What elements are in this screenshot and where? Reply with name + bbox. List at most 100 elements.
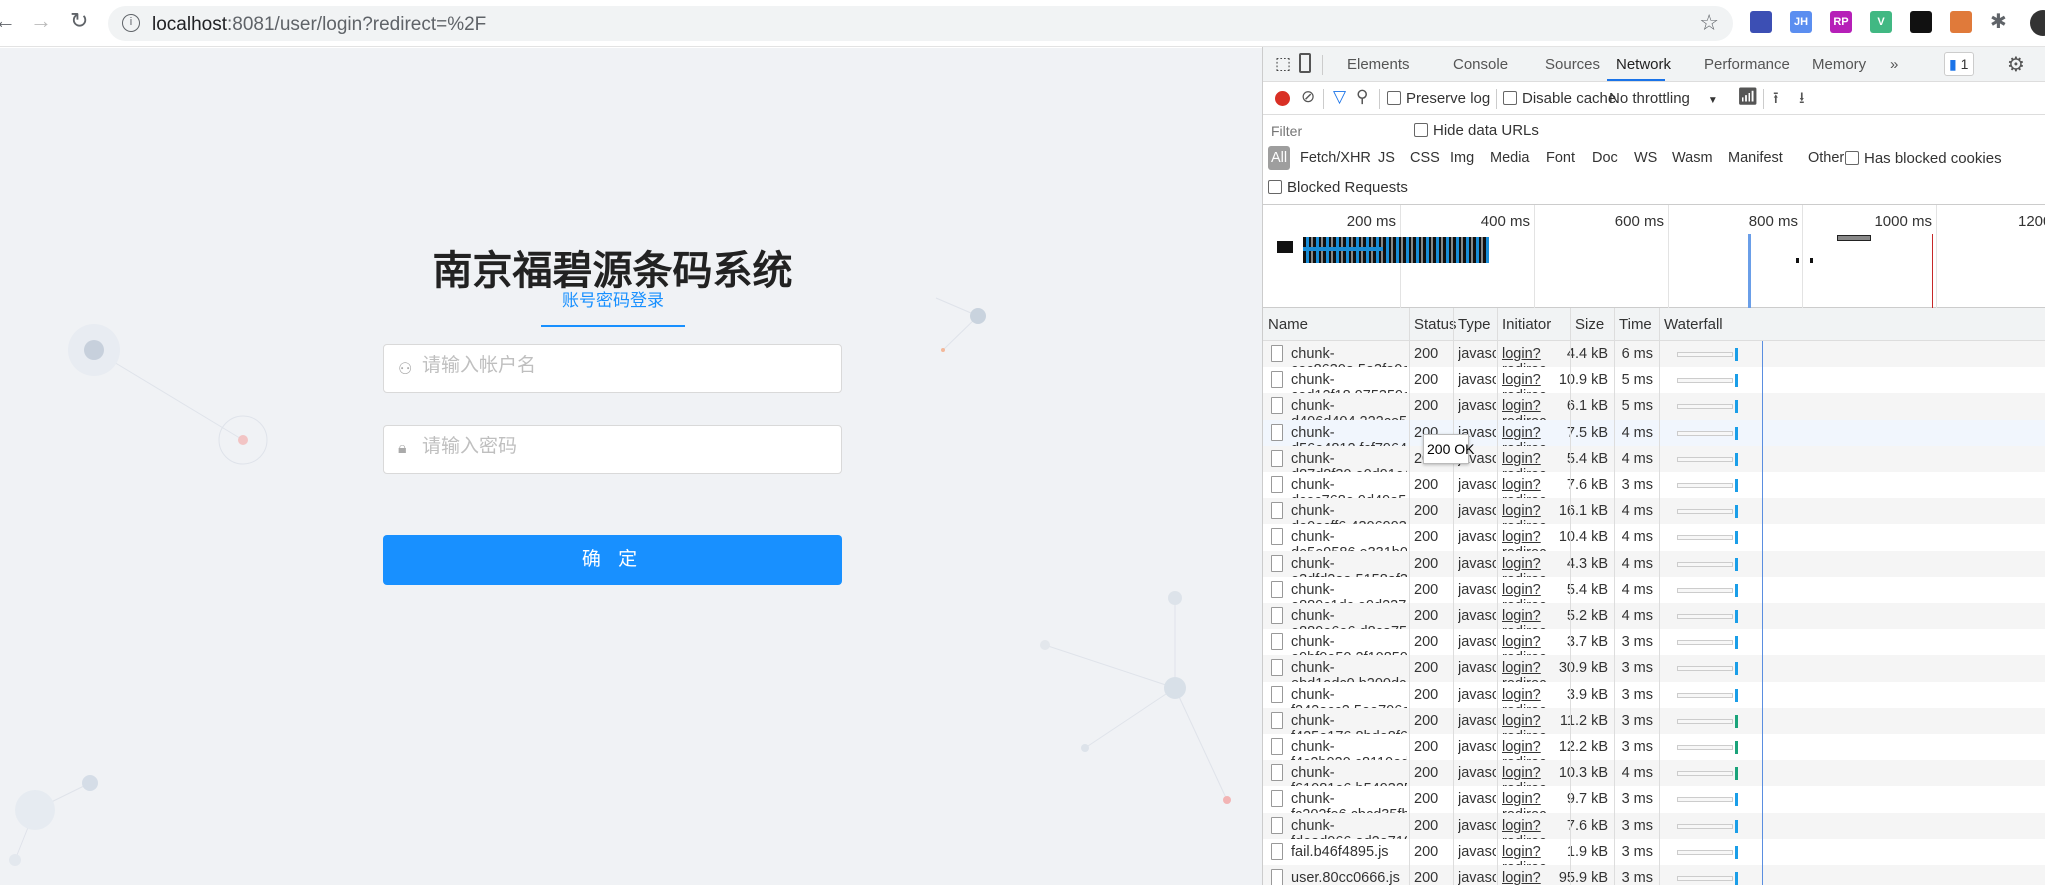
network-conditions-icon[interactable]: 📶︎: [1737, 87, 1759, 107]
tab-elements[interactable]: Elements: [1347, 56, 1410, 73]
request-row[interactable]: fail.b46f4895.js200javasc...login?redire…: [1263, 838, 2045, 876]
request-row[interactable]: chunk-e3dfd2aa.5158af3e.js200javasc...lo…: [1263, 550, 2045, 588]
timeline-tick-label: 600 ms: [1614, 213, 1664, 230]
hide-data-urls-label: Hide data URLs: [1433, 122, 1539, 139]
filter-type-wasm[interactable]: Wasm: [1672, 150, 1713, 166]
request-row[interactable]: chunk-fc202fe6.cbcd35fb.js200javasc...lo…: [1263, 786, 2045, 823]
column-header-waterfall[interactable]: Waterfall: [1664, 316, 1723, 333]
extension-icon[interactable]: [1910, 11, 1932, 33]
filter-type-js[interactable]: JS: [1378, 150, 1395, 166]
back-icon[interactable]: ←: [0, 8, 16, 34]
search-icon[interactable]: ⚲: [1356, 87, 1368, 107]
status-tooltip: 200 OK: [1423, 434, 1474, 464]
filter-type-other[interactable]: Other: [1808, 150, 1844, 166]
username-field[interactable]: ⚇: [383, 344, 842, 393]
filter-icon[interactable]: ▽: [1333, 87, 1346, 107]
blocked-requests-checkbox[interactable]: Blocked Requests: [1268, 179, 1408, 196]
request-row[interactable]: chunk-d406d404.222ce55...200javasc...log…: [1263, 393, 2045, 430]
request-row[interactable]: chunk-e9bf0e50.2f108592.js200javasc...lo…: [1263, 629, 2045, 666]
waterfall-bar: [1677, 352, 1733, 357]
export-har-icon[interactable]: ⭳: [1799, 87, 1805, 114]
extension-icon[interactable]: JH: [1790, 11, 1812, 33]
extensions-puzzle-icon[interactable]: ✱: [1990, 9, 2007, 34]
request-size: 10.4 kB: [1558, 529, 1608, 546]
url-path: :8081/user/login?redirect=%2F: [227, 14, 487, 35]
record-icon[interactable]: [1275, 91, 1290, 106]
filter-type-css[interactable]: CSS: [1410, 150, 1440, 166]
extension-icon[interactable]: [1750, 11, 1772, 33]
request-time: 3 ms: [1621, 817, 1653, 834]
hide-data-urls-checkbox[interactable]: Hide data URLs: [1414, 122, 1539, 139]
inspect-element-icon[interactable]: ⬚: [1275, 54, 1291, 74]
filter-type-media[interactable]: Media: [1490, 150, 1530, 166]
bookmark-star-icon[interactable]: ☆: [1699, 10, 1719, 36]
throttling-select[interactable]: No throttling ▼: [1609, 90, 1718, 107]
tab-network[interactable]: Network: [1616, 56, 1671, 73]
column-header-size[interactable]: Size: [1575, 316, 1604, 333]
request-row[interactable]: chunk-f425e176.8bde8f63...200javasc...lo…: [1263, 707, 2045, 745]
request-row[interactable]: chunk-ebd1adc0.b200dce...200javasc...log…: [1263, 655, 2045, 692]
preserve-log-checkbox[interactable]: Preserve log: [1387, 90, 1490, 107]
column-header-type[interactable]: Type: [1458, 316, 1491, 333]
filter-type-font[interactable]: Font: [1546, 150, 1575, 166]
request-row[interactable]: chunk-ced12f18.975359a5...200javasc...lo…: [1263, 367, 2045, 404]
submit-button[interactable]: 确 定: [383, 535, 842, 585]
column-header-initiator[interactable]: Initiator: [1502, 316, 1551, 333]
avatar[interactable]: [2030, 10, 2045, 36]
clear-icon[interactable]: ⊘: [1301, 87, 1315, 107]
tab-console[interactable]: Console: [1453, 56, 1508, 73]
devtools-panel: ⬚ Elements Console Sources Network Perfo…: [1262, 47, 2045, 885]
waterfall-download-mark: [1735, 610, 1738, 623]
extension-icon[interactable]: [1950, 11, 1972, 33]
filter-type-doc[interactable]: Doc: [1592, 150, 1618, 166]
request-row[interactable]: chunk-de5e9586.e331b09...200javasc...log…: [1263, 524, 2045, 561]
info-icon[interactable]: i: [122, 14, 140, 32]
column-header-time[interactable]: Time: [1619, 316, 1652, 333]
username-input[interactable]: [422, 355, 822, 377]
password-field[interactable]: 🔒︎: [383, 425, 842, 474]
column-header-status[interactable]: Status: [1414, 316, 1457, 333]
request-row[interactable]: user.80cc0666.js200javasc...login?redire…: [1263, 865, 2045, 885]
tab-performance[interactable]: Performance: [1704, 56, 1790, 73]
forward-icon[interactable]: →: [30, 8, 52, 34]
tab-memory[interactable]: Memory: [1812, 56, 1866, 73]
tab-sources[interactable]: Sources: [1545, 56, 1600, 73]
url-text[interactable]: localhost:8081/user/login?redirect=%2F: [152, 14, 486, 36]
request-row[interactable]: chunk-d87d8f30.e0d91c4...200javasc...log…: [1263, 445, 2045, 483]
tab-account-password[interactable]: 账号密码登录: [541, 286, 685, 327]
more-tabs-icon[interactable]: »: [1890, 56, 1898, 73]
request-row[interactable]: chunk-cec8630a.5a3fa0ec.js200javasc...lo…: [1263, 341, 2045, 378]
waterfall-download-mark: [1735, 531, 1738, 545]
filter-type-img[interactable]: Img: [1450, 150, 1474, 166]
import-har-icon[interactable]: ⭱: [1773, 87, 1779, 114]
file-icon: [1271, 842, 1283, 860]
request-row[interactable]: chunk-f61081e6.b549325...200javasc...log…: [1263, 760, 2045, 797]
settings-gear-icon[interactable]: ⚙: [2007, 52, 2025, 77]
request-row[interactable]: chunk-e889e6e6.d8ca751...200javasc...log…: [1263, 603, 2045, 640]
column-header-name[interactable]: Name: [1268, 316, 1308, 333]
password-input[interactable]: [422, 436, 822, 458]
filter-type-fetchxhr[interactable]: Fetch/XHR: [1300, 150, 1371, 166]
has-blocked-cookies-checkbox[interactable]: Has blocked cookies: [1845, 150, 2002, 167]
request-row[interactable]: chunk-e889c1dc.e9d237c...200javasc...log…: [1263, 576, 2045, 614]
extension-icon[interactable]: V: [1870, 11, 1892, 33]
request-row[interactable]: chunk-dcec768e.9d49a57...200javasc...log…: [1263, 472, 2045, 509]
disable-cache-checkbox[interactable]: Disable cache: [1503, 90, 1616, 107]
request-row[interactable]: chunk-f4c2b020.c8110ed9...200javasc...lo…: [1263, 734, 2045, 771]
request-row[interactable]: chunk-d56e4812.fcf7964c.js200javasc...lo…: [1263, 419, 2045, 457]
reload-icon[interactable]: ↻: [70, 8, 88, 34]
request-name[interactable]: fail.b46f4895.js: [1291, 844, 1407, 860]
request-row[interactable]: chunk-f242acc2.5ee706aa.js200javasc...lo…: [1263, 681, 2045, 719]
request-row[interactable]: chunk-de0acff6.43069934.js200javasc...lo…: [1263, 498, 2045, 535]
request-size: 12.2 kB: [1558, 739, 1608, 755]
issues-button[interactable]: ▮ 1: [1944, 52, 1974, 76]
device-toolbar-icon[interactable]: [1299, 53, 1311, 73]
network-overview-timeline[interactable]: 200 ms 400 ms 600 ms 800 ms 1000 ms 1200 ms: [1263, 205, 2045, 309]
address-bar[interactable]: i localhost:8081/user/login?redirect=%2F…: [108, 6, 1733, 41]
extension-icon[interactable]: RP: [1830, 11, 1852, 33]
request-row[interactable]: chunk-fdead066.ad2e718...200javasc...log…: [1263, 812, 2045, 850]
filter-type-ws[interactable]: WS: [1634, 150, 1657, 166]
request-name[interactable]: user.80cc0666.js: [1291, 870, 1407, 885]
filter-type-manifest[interactable]: Manifest: [1728, 150, 1783, 166]
filter-type-all[interactable]: All: [1268, 146, 1291, 170]
